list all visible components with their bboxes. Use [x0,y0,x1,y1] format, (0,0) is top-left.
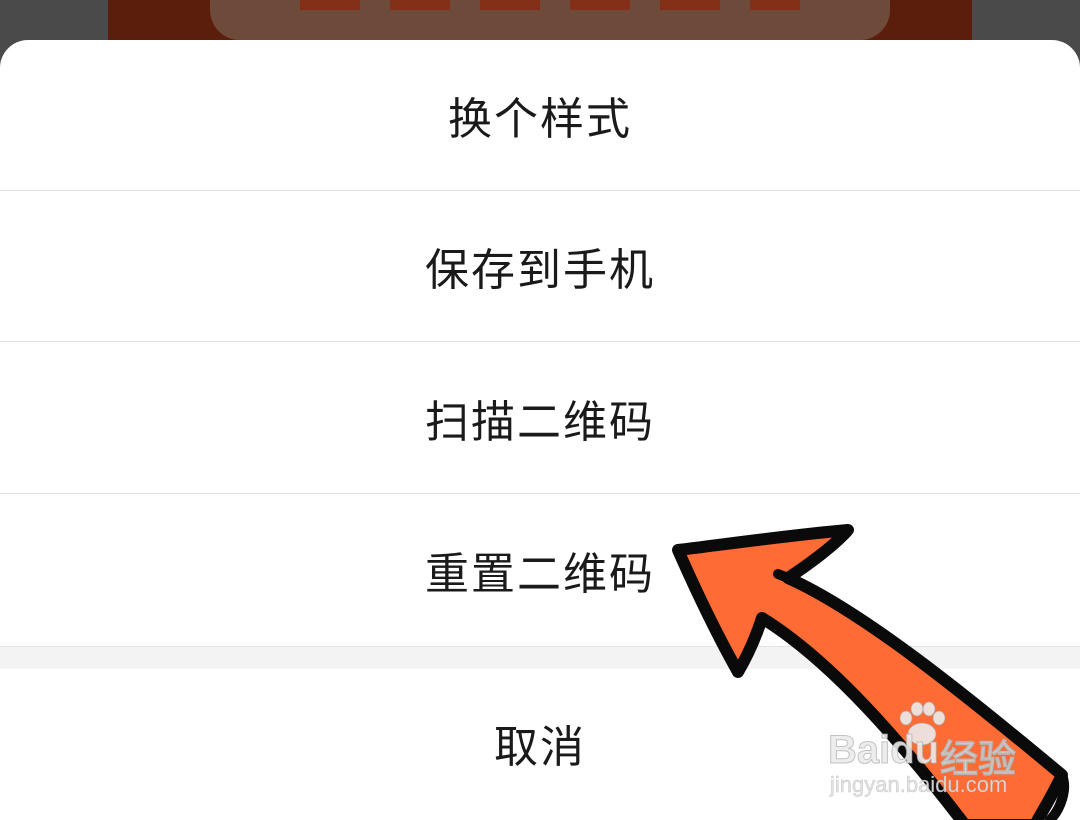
option-change-style[interactable]: 换个样式 [0,40,1080,191]
option-save-to-phone[interactable]: 保存到手机 [0,191,1080,342]
background-image-text [300,0,800,10]
screen: 换个样式 保存到手机 扫描二维码 重置二维码 取消 Baidu 经验 jingy… [0,0,1080,820]
sheet-divider-gap [0,646,1080,669]
watermark-url: jingyan.baidu.com [830,772,1008,798]
baidu-jingyan-watermark: Baidu 经验 jingyan.baidu.com [827,700,1068,800]
option-scan-qr-code[interactable]: 扫描二维码 [0,343,1080,494]
watermark-brand: Baidu [827,728,940,773]
option-reset-qr-code[interactable]: 重置二维码 [0,495,1080,645]
